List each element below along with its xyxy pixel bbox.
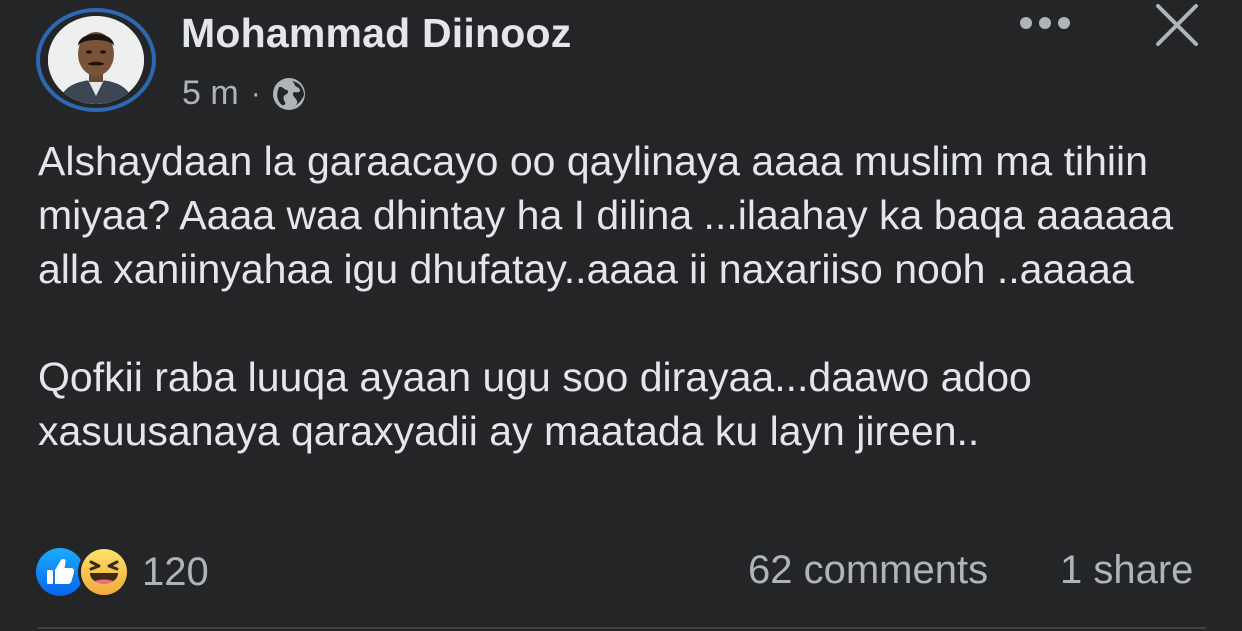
author-avatar[interactable] bbox=[36, 8, 156, 112]
haha-icon bbox=[78, 546, 130, 598]
post-paragraph-1: Alshaydaan la garaacayo oo qaylinaya aaa… bbox=[38, 138, 1174, 292]
author-name[interactable]: Mohammad Diinooz bbox=[181, 10, 571, 57]
like-icon bbox=[36, 548, 84, 596]
reaction-count: 120 bbox=[142, 549, 209, 594]
footer-divider bbox=[38, 627, 1206, 629]
globe-icon[interactable] bbox=[271, 76, 307, 112]
post-timestamp[interactable]: 5 m bbox=[182, 74, 239, 113]
close-icon bbox=[1153, 1, 1201, 54]
more-dots-icon bbox=[1019, 16, 1071, 35]
shares-count-link[interactable]: 1 share bbox=[1060, 548, 1193, 593]
meta-separator: · bbox=[250, 76, 261, 110]
post-paragraph-2: Qofkii raba luuqa ayaan ugu soo dirayaa.… bbox=[38, 354, 1032, 454]
more-options-button[interactable] bbox=[1014, 8, 1076, 42]
avatar-photo bbox=[48, 16, 144, 104]
comments-count-link[interactable]: 62 comments bbox=[748, 548, 988, 593]
close-button[interactable] bbox=[1148, 0, 1206, 54]
post-card: Mohammad Diinooz 5 m · Alshaydaan la gar… bbox=[0, 0, 1242, 631]
post-meta: 5 m · bbox=[182, 74, 307, 113]
post-text: Alshaydaan la garaacayo oo qaylinaya aaa… bbox=[38, 134, 1208, 458]
reactions-summary[interactable]: 120 bbox=[36, 546, 209, 598]
